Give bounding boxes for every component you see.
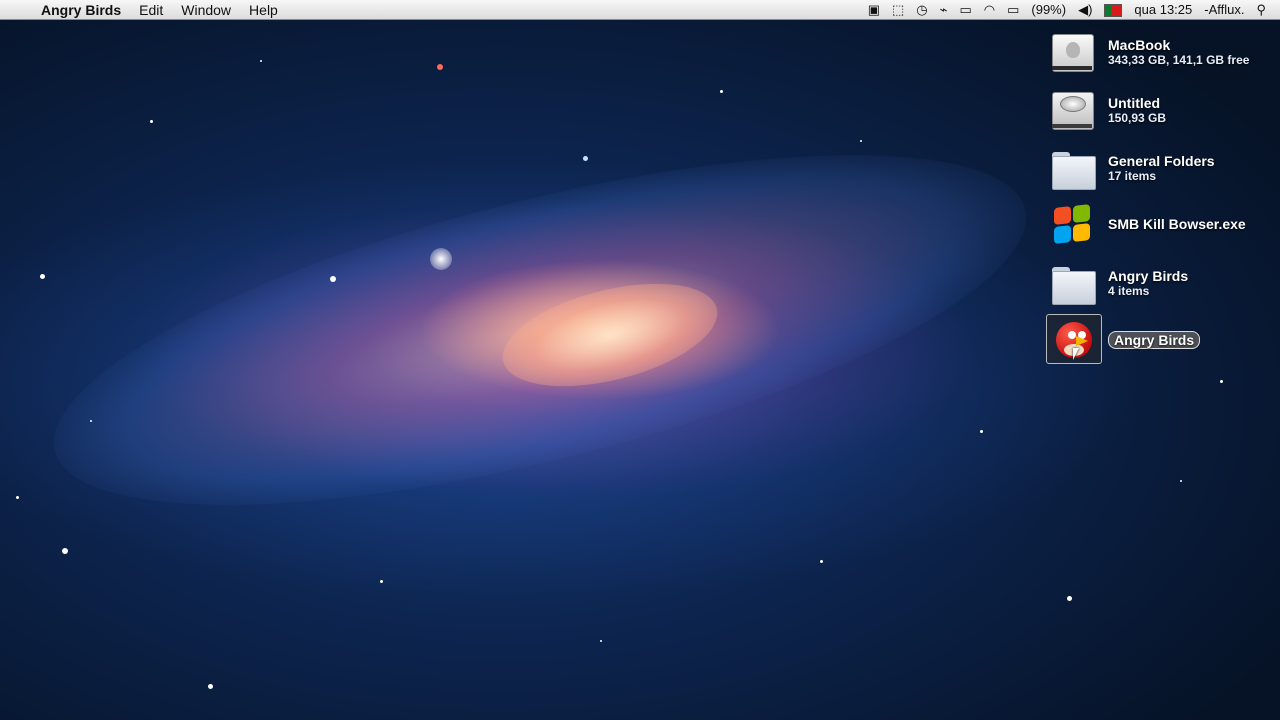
macbook-drive-icon (1048, 28, 1096, 76)
angry-birds-app-icon (1046, 314, 1102, 364)
menu-edit[interactable]: Edit (130, 0, 172, 20)
menu-window[interactable]: Window (172, 0, 240, 20)
battery-icon[interactable]: ▭ (1001, 0, 1025, 20)
volume-icon[interactable]: ◀) (1072, 0, 1098, 20)
star (16, 496, 19, 499)
star (62, 548, 68, 554)
desktop-icon-angry-birds-folder[interactable]: Angry Birds 4 items (1048, 259, 1188, 307)
galaxy-core (492, 264, 728, 406)
mouse-cursor (1073, 348, 1079, 360)
desktop-icon-untitled[interactable]: Untitled 150,93 GB (1048, 86, 1166, 134)
folder-icon (1048, 259, 1096, 307)
star (90, 420, 92, 422)
star (1220, 380, 1223, 383)
star (583, 156, 588, 161)
screenshot-icon[interactable]: ⬚ (886, 0, 910, 20)
app-menu-angry-birds[interactable]: Angry Birds (32, 0, 130, 20)
star (1067, 596, 1072, 601)
star (380, 580, 383, 583)
galaxy-band (23, 82, 1057, 578)
icon-subtitle: 343,33 GB, 141,1 GB free (1108, 52, 1250, 67)
star (720, 90, 723, 93)
desktop-icon-smb-kill-bowser[interactable]: SMB Kill Bowser.exe (1048, 200, 1246, 248)
time-machine-icon[interactable]: ◷ (910, 0, 933, 20)
spotlight-search-icon[interactable]: ⚲ (1250, 0, 1280, 20)
star (1180, 480, 1182, 482)
desktop-icon-angry-birds-app[interactable]: Angry Birds (1046, 314, 1201, 364)
clock[interactable]: qua 13:25 (1128, 0, 1198, 20)
star (600, 640, 602, 642)
icon-label-selected: Angry Birds (1108, 331, 1201, 349)
icon-subtitle: 150,93 GB (1108, 110, 1167, 125)
screen-recording-icon[interactable]: ▣ (862, 0, 886, 20)
icon-label: Untitled (1108, 94, 1161, 111)
icon-label: Angry Birds (1108, 267, 1189, 284)
icon-label: MacBook (1108, 36, 1171, 53)
star (820, 560, 823, 563)
status-menus: ▣ ⬚ ◷ ⌁ ▭ ◠ ▭ (99%) ◀) qua 13:25 -Afflux… (862, 0, 1280, 20)
star (437, 64, 443, 70)
star (860, 140, 862, 142)
star (330, 276, 336, 282)
icon-subtitle: 17 items (1108, 168, 1157, 183)
icon-label: SMB Kill Bowser.exe (1108, 216, 1246, 232)
desktop-icon-macbook[interactable]: MacBook 343,33 GB, 141,1 GB free (1048, 28, 1249, 76)
portugal-flag-icon[interactable] (1098, 0, 1128, 20)
folder-icon (1048, 144, 1096, 192)
star (40, 274, 45, 279)
star (980, 430, 983, 433)
display-icon[interactable]: ▭ (953, 0, 977, 20)
desktop-icon-general-folders[interactable]: General Folders 17 items (1048, 144, 1215, 192)
battery-percent: (99%) (1031, 2, 1067, 17)
star (430, 248, 452, 270)
user-name[interactable]: -Afflux. (1198, 0, 1250, 20)
star (260, 60, 262, 62)
icon-label: General Folders (1108, 152, 1215, 169)
icon-subtitle: 4 items (1108, 283, 1150, 298)
hard-drive-icon (1048, 86, 1096, 134)
star (150, 120, 153, 123)
star (208, 684, 213, 689)
wifi-icon[interactable]: ◠ (978, 0, 1001, 20)
windows-exe-icon (1048, 200, 1096, 248)
desktop-wallpaper: Angry Birds Edit Window Help ▣ ⬚ ◷ ⌁ ▭ ◠… (0, 0, 1280, 720)
menu-bar: Angry Birds Edit Window Help ▣ ⬚ ◷ ⌁ ▭ ◠… (0, 0, 1280, 20)
menu-help[interactable]: Help (240, 0, 287, 20)
activity-icon[interactable]: ⌁ (934, 0, 954, 20)
